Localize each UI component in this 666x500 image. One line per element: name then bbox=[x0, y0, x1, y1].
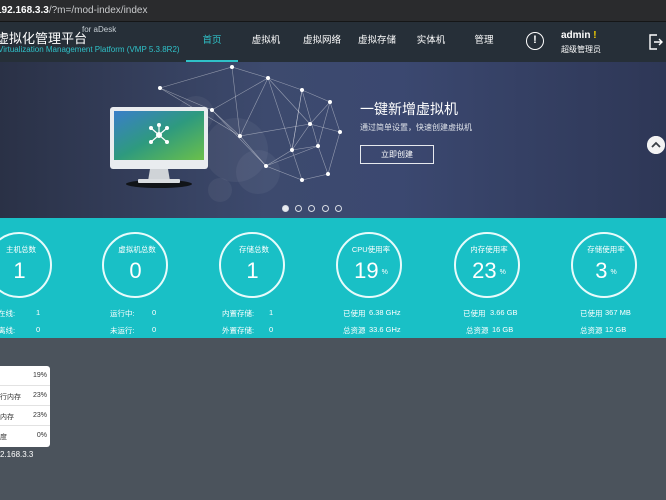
stat-label: 存储使用率 bbox=[587, 245, 625, 254]
stat-circle: 存储总数 1 bbox=[219, 232, 285, 298]
stat-unit: % bbox=[499, 268, 506, 276]
stat-label: 存储总数 bbox=[239, 245, 269, 254]
stat-row-key: 已使用 bbox=[463, 309, 486, 318]
carousel-dot-3[interactable] bbox=[308, 205, 315, 212]
nav-item-vstorage[interactable]: 虚拟存储 bbox=[352, 22, 402, 62]
monitor-illustration bbox=[110, 107, 208, 188]
user-warning-icon: ! bbox=[593, 30, 597, 41]
address-host: 192.168.3.3 bbox=[0, 5, 49, 16]
stat-label: CPU使用率 bbox=[351, 245, 391, 254]
app-root: 192.168.3.3/?m=/mod-index/index 虚拟化管理平台 … bbox=[0, 0, 666, 500]
stat-number: 19 bbox=[354, 258, 379, 283]
card-row-value: 19% bbox=[32, 372, 47, 379]
stat-label: 虚拟机总数 bbox=[118, 245, 156, 254]
carousel-dot-1[interactable] bbox=[282, 205, 289, 212]
stat-label: 内存使用率 bbox=[470, 245, 508, 254]
stat-circle: 存储使用率 3% bbox=[571, 232, 637, 298]
stat-row-value: 1 bbox=[269, 308, 274, 317]
user-name[interactable]: admin ! bbox=[561, 30, 597, 41]
alert-icon[interactable]: ! bbox=[526, 32, 544, 50]
stat-circle: 主机总数 1 bbox=[0, 232, 52, 298]
logout-icon[interactable] bbox=[649, 34, 663, 50]
stat-row-value: 0 bbox=[36, 325, 41, 334]
create-now-button[interactable]: 立即创建 bbox=[360, 145, 434, 164]
address-url[interactable]: 192.168.3.3/?m=/mod-index/index bbox=[0, 5, 148, 16]
card-row: 19% bbox=[0, 366, 50, 386]
stat-number: 1 bbox=[246, 258, 259, 283]
user-role: 超级管理员 bbox=[561, 45, 601, 54]
stat-value: 1 bbox=[0, 258, 54, 284]
stat-row-value: 0 bbox=[152, 308, 157, 317]
card-row-value: 0% bbox=[36, 432, 47, 439]
stat-unit: % bbox=[381, 268, 388, 276]
card-row-label: 行内存 bbox=[0, 394, 21, 401]
stat-value: 23% bbox=[456, 258, 522, 284]
stat-number: 23 bbox=[472, 258, 497, 283]
host-usage-card: 19% 行内存 23% 内存 23% 度 0% bbox=[0, 366, 50, 447]
stat-value: 19% bbox=[338, 258, 404, 284]
host-ip-label[interactable]: 2.168.3.3 bbox=[0, 450, 33, 459]
stat-row-value: 3.66 GB bbox=[490, 308, 518, 317]
banner-title: 一键新增虚拟机 bbox=[360, 101, 458, 117]
stat-value: 3% bbox=[573, 258, 639, 284]
nav-item-vnet[interactable]: 虚拟网络 bbox=[297, 22, 347, 62]
browser-address-bar[interactable]: 192.168.3.3/?m=/mod-index/index bbox=[0, 0, 666, 22]
card-row: 度 0% bbox=[0, 426, 50, 446]
collapse-up-icon[interactable] bbox=[647, 136, 665, 154]
stats-panel: 主机总数 1 在线: 1 离线: 0 虚拟机总数 0 运行中: 0 未运行: 0… bbox=[0, 218, 666, 338]
stat-row-key: 外置存储: bbox=[222, 326, 255, 335]
address-path: /?m=/mod-index/index bbox=[48, 5, 148, 16]
stat-row-value: 12 GB bbox=[605, 325, 627, 334]
stat-row-key: 已使用 bbox=[580, 309, 603, 318]
nav-item-home[interactable]: 首页 bbox=[186, 22, 238, 62]
stat-row-key: 已使用 bbox=[343, 309, 366, 318]
stat-row-key: 离线: bbox=[0, 326, 16, 335]
promo-banner: 一键新增虚拟机 通过简单设置，快速创建虚拟机 立即创建 bbox=[0, 62, 666, 218]
stat-label: 主机总数 bbox=[6, 245, 36, 254]
stat-unit: % bbox=[610, 268, 617, 276]
stat-row-key: 总资源 bbox=[343, 326, 366, 335]
app-for-label: for aDesk bbox=[82, 25, 117, 34]
stat-row-key: 总资源 bbox=[580, 326, 603, 335]
stat-row-value: 16 GB bbox=[492, 325, 514, 334]
carousel-dot-4[interactable] bbox=[322, 205, 329, 212]
stat-row-key: 总资源 bbox=[466, 326, 489, 335]
carousel-dot-2[interactable] bbox=[295, 205, 302, 212]
stat-number: 1 bbox=[13, 258, 26, 283]
stat-circle: CPU使用率 19% bbox=[336, 232, 402, 298]
stat-row-value: 367 MB bbox=[605, 308, 631, 317]
stat-number: 0 bbox=[129, 258, 142, 283]
top-header: 虚拟化管理平台 for aDesk Virtualization Managem… bbox=[0, 22, 666, 62]
stat-row-value: 0 bbox=[269, 325, 274, 334]
nav-item-vm[interactable]: 虚拟机 bbox=[242, 22, 290, 62]
card-row-label: 度 bbox=[0, 434, 7, 441]
user-name-text: admin bbox=[561, 30, 591, 41]
card-row: 行内存 23% bbox=[0, 386, 50, 406]
card-row: 内存 23% bbox=[0, 406, 50, 426]
stat-circle: 虚拟机总数 0 bbox=[102, 232, 168, 298]
stat-row-value: 1 bbox=[36, 308, 41, 317]
card-row-label: 内存 bbox=[0, 414, 14, 421]
stat-row-key: 运行中: bbox=[110, 309, 135, 318]
nav-item-manage[interactable]: 管理 bbox=[466, 22, 502, 62]
stat-value: 0 bbox=[104, 258, 170, 284]
nav-item-physical[interactable]: 实体机 bbox=[408, 22, 454, 62]
carousel-dot-5[interactable] bbox=[335, 205, 342, 212]
card-row-value: 23% bbox=[32, 392, 47, 399]
stat-row-key: 在线: bbox=[0, 309, 16, 318]
stat-row-key: 内置存储: bbox=[222, 309, 255, 318]
app-subtitle: Virtualization Management Platform (VMP … bbox=[0, 45, 180, 54]
stat-circle: 内存使用率 23% bbox=[454, 232, 520, 298]
stat-value: 1 bbox=[221, 258, 287, 284]
stat-number: 3 bbox=[595, 258, 608, 283]
card-row-value: 23% bbox=[32, 412, 47, 419]
stat-row-value: 6.38 GHz bbox=[369, 308, 401, 317]
stat-row-value: 0 bbox=[152, 325, 157, 334]
banner-description: 通过简单设置，快速创建虚拟机 bbox=[360, 123, 472, 132]
stat-row-key: 未运行: bbox=[110, 326, 135, 335]
network-graphic bbox=[158, 65, 342, 202]
stat-row-value: 33.6 GHz bbox=[369, 325, 401, 334]
